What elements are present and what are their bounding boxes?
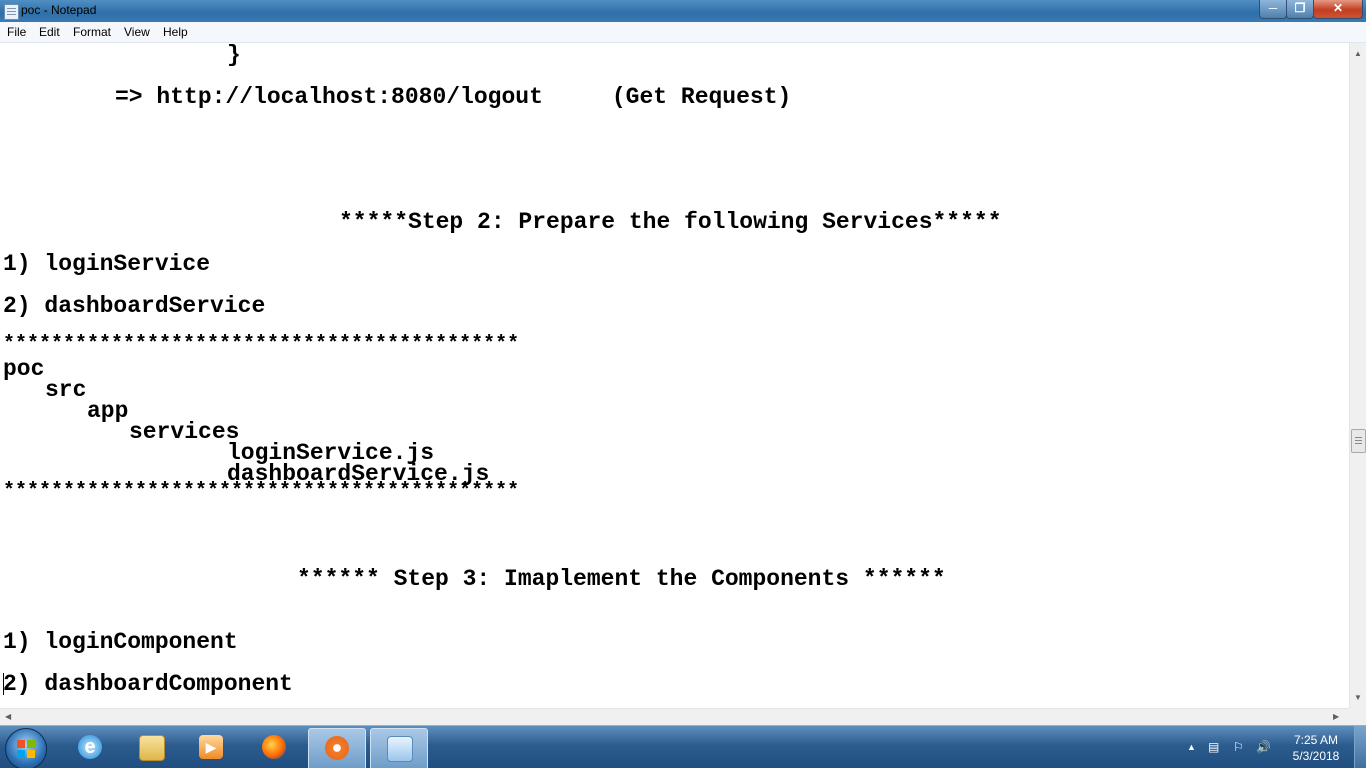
editor-line: ****************************************… <box>3 333 520 356</box>
editor-line: 1) loginComponent <box>3 629 238 655</box>
system-clock[interactable]: 7:25 AM 5/3/2018 <box>1286 732 1346 764</box>
clock-time: 7:25 AM <box>1293 733 1339 747</box>
editor-line: ****** Step 3: Imaplement the Components… <box>297 566 946 592</box>
internet-explorer-icon: e <box>78 735 102 759</box>
app-icon <box>325 736 349 760</box>
notepad-icon <box>387 736 413 762</box>
window-title: poc - Notepad <box>21 3 97 17</box>
scroll-right-icon[interactable]: ▶ <box>1333 712 1339 721</box>
firefox-icon <box>262 735 286 759</box>
menu-bar: File Edit Format View Help <box>0 22 1366 43</box>
menu-help[interactable]: Help <box>163 25 188 39</box>
file-explorer-icon <box>139 735 165 761</box>
show-desktop-button[interactable] <box>1354 726 1366 768</box>
close-icon: ✕ <box>1332 1 1344 15</box>
taskbar-media-player-button[interactable]: ▶ <box>183 728 239 768</box>
start-button[interactable] <box>5 728 47 768</box>
editor-line: => http://localhost:8080/logout (Get Req… <box>115 84 792 110</box>
editor-line: app <box>87 398 129 424</box>
editor-line: 2) dashboardService <box>3 293 266 319</box>
text-editor[interactable]: } => http://localhost:8080/logout (Get R… <box>0 43 1349 708</box>
action-center-icon[interactable]: ⚐ <box>1233 740 1244 754</box>
menu-view[interactable]: View <box>124 25 150 39</box>
taskbar: e ▶ ▲ ▤ ⚐ 🔊 7:25 AM 5/3/2018 <box>0 725 1366 768</box>
close-button[interactable]: ✕ <box>1313 0 1363 19</box>
menu-edit[interactable]: Edit <box>39 25 60 39</box>
restore-icon: ❐ <box>1294 1 1306 15</box>
title-bar[interactable]: poc - Notepad ─ ❐ ✕ <box>0 0 1366 22</box>
text-caret <box>3 673 4 695</box>
media-player-icon: ▶ <box>199 735 223 759</box>
vertical-scrollbar[interactable]: ▲ ▼ <box>1349 43 1366 708</box>
minimize-icon: ─ <box>1268 1 1278 15</box>
network-tray-icon[interactable]: ▤ <box>1208 740 1219 754</box>
show-hidden-icons-icon[interactable]: ▲ <box>1187 742 1196 752</box>
editor-line: src <box>45 377 87 403</box>
editor-line: services <box>129 419 240 445</box>
menu-file[interactable]: File <box>7 25 26 39</box>
editor-line: } <box>227 43 241 68</box>
scrollbar-corner <box>1349 708 1366 725</box>
editor-line: poc <box>3 356 45 382</box>
taskbar-app-button[interactable] <box>308 728 366 768</box>
taskbar-firefox-button[interactable] <box>246 728 302 768</box>
editor-line: *****Step 2: Prepare the following Servi… <box>339 209 1002 235</box>
horizontal-scrollbar[interactable]: ◀ ▶ <box>0 708 1349 726</box>
vertical-scroll-thumb[interactable] <box>1351 429 1366 453</box>
taskbar-notepad-button[interactable] <box>370 728 428 768</box>
editor-line: 1) loginService <box>3 251 211 277</box>
volume-icon[interactable]: 🔊 <box>1256 740 1271 754</box>
minimize-button[interactable]: ─ <box>1259 0 1287 19</box>
editor-line: ****************************************… <box>3 480 520 503</box>
scroll-up-icon[interactable]: ▲ <box>1354 49 1362 58</box>
taskbar-ie-button[interactable]: e <box>62 728 118 768</box>
menu-format[interactable]: Format <box>73 25 111 39</box>
editor-line: 2) dashboardComponent <box>3 671 293 697</box>
taskbar-explorer-button[interactable] <box>123 728 179 768</box>
notepad-app-icon[interactable] <box>4 4 19 20</box>
maximize-button[interactable]: ❐ <box>1286 0 1314 19</box>
scroll-down-icon[interactable]: ▼ <box>1354 693 1362 702</box>
windows-logo-icon <box>17 740 35 758</box>
clock-date: 5/3/2018 <box>1292 749 1340 763</box>
scroll-left-icon[interactable]: ◀ <box>5 712 11 721</box>
